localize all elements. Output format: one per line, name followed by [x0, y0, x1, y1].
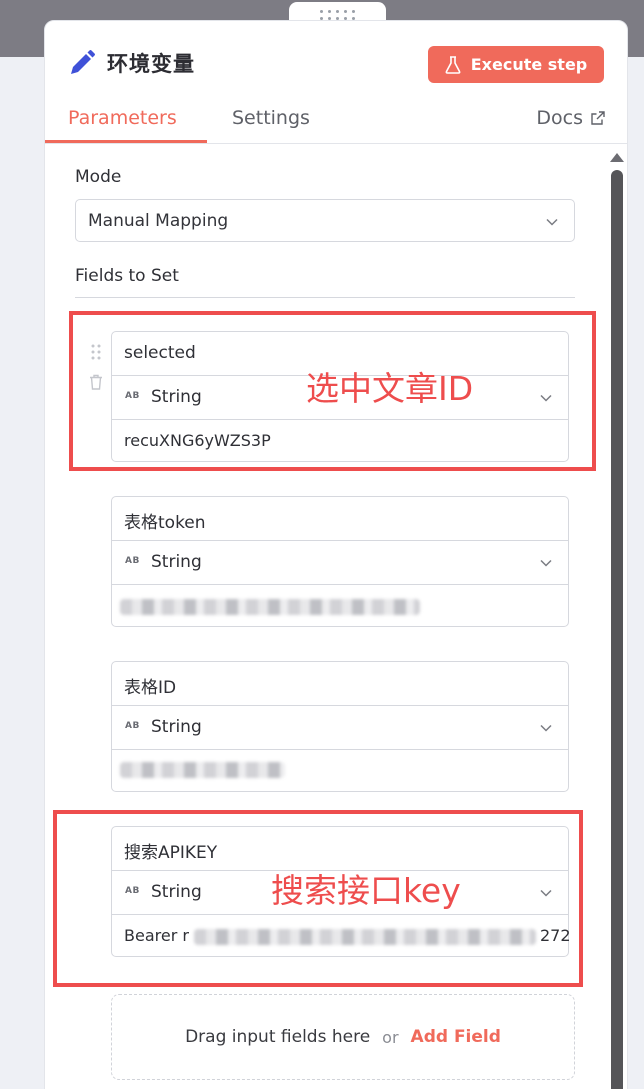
field-type: String: [151, 717, 202, 737]
field-dropzone[interactable]: Drag input fields here or Add Field: [111, 994, 575, 1080]
type-string-icon: AB: [125, 721, 140, 731]
section-divider: [75, 297, 575, 298]
pencil-icon: [71, 50, 95, 74]
external-link-icon: [591, 111, 605, 125]
type-string-icon: AB: [125, 556, 140, 566]
mode-select[interactable]: Manual Mapping: [75, 199, 575, 242]
annotation-label: 选中文章ID: [306, 369, 474, 408]
redacted-value: [120, 762, 285, 778]
dropzone-or: or: [382, 1027, 399, 1047]
dropzone-text: Drag input fields here: [185, 1027, 371, 1047]
mode-value: Manual Mapping: [88, 211, 229, 231]
active-tab-indicator: [45, 140, 207, 143]
field-type: String: [151, 552, 202, 572]
tab-parameters[interactable]: Parameters: [68, 107, 177, 129]
docs-label: Docs: [536, 107, 583, 129]
redacted-value: [120, 599, 420, 615]
grip-icon: [320, 10, 355, 20]
chevron-down-icon: [546, 218, 558, 226]
field-type-select[interactable]: AB String: [112, 706, 568, 750]
field-name: 表格token: [124, 513, 206, 533]
field-value-input[interactable]: [112, 585, 568, 629]
chevron-down-icon: [540, 559, 552, 567]
execute-step-button[interactable]: Execute step: [428, 46, 604, 83]
tab-settings[interactable]: Settings: [232, 107, 310, 129]
scrollbar-thumb[interactable]: [611, 170, 623, 1089]
field-name-input[interactable]: 表格token: [112, 497, 568, 541]
field-name-input[interactable]: 表格ID: [112, 662, 568, 706]
field-item: 表格token AB String: [111, 496, 569, 627]
chevron-down-icon: [540, 724, 552, 732]
annotation-label: 搜索接口key: [271, 871, 461, 910]
tab-bar: Parameters Settings Docs: [45, 101, 627, 144]
field-type-select[interactable]: AB String: [112, 541, 568, 585]
docs-link[interactable]: Docs: [536, 107, 605, 129]
node-title[interactable]: 环境变量: [107, 48, 195, 78]
panel-header: 环境变量 Execute step Parameters Settings Do…: [45, 21, 627, 144]
fields-to-set-label: Fields to Set: [75, 266, 179, 286]
field-name: 表格ID: [124, 678, 177, 698]
mode-label: Mode: [75, 167, 122, 187]
flask-icon: [445, 55, 461, 74]
add-field-button[interactable]: Add Field: [411, 1027, 501, 1047]
field-item: 表格ID AB String: [111, 661, 569, 792]
scroll-up-arrow-icon[interactable]: [610, 153, 624, 162]
execute-step-label: Execute step: [470, 55, 588, 74]
field-value-input[interactable]: [112, 750, 568, 794]
